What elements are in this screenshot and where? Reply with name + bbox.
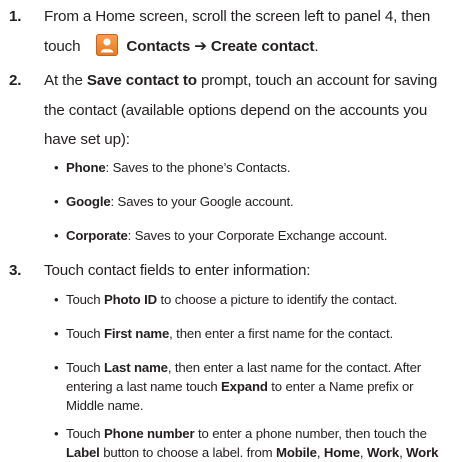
step-3-text: Touch contact fields to enter informatio…: [44, 256, 472, 286]
expand-term: Expand: [221, 379, 268, 394]
save-contact-to-term: Save contact to: [86, 72, 197, 89]
bullet-text: : Saves to your Corporate Exchange accou…: [127, 228, 388, 243]
bullet-line-2: Label button to choose a label. from Mob…: [66, 443, 472, 462]
bullet-line-3: Middle name.: [66, 398, 144, 413]
step-1-line-1: From a Home screen, scroll the screen le…: [44, 8, 431, 25]
step-2-line-1-post: prompt, touch an account for saving: [196, 72, 438, 89]
step-number: 1.: [9, 8, 22, 25]
bullet-pre: Touch: [66, 326, 104, 341]
step-3-line-1: Touch contact fields to enter informatio…: [44, 262, 311, 279]
bullet-line-2-pre: entering a last name touch: [66, 379, 222, 394]
bullet-dot: •: [54, 160, 59, 175]
work-term: Work: [366, 445, 400, 460]
bullet-term: Last name: [103, 360, 168, 375]
bullet-term: First name: [103, 326, 170, 341]
bullet-line-1: Touch Last name, then enter a last name …: [66, 358, 472, 377]
step-2-text: At the Save contact to prompt, touch an …: [44, 66, 472, 155]
step-1-text: From a Home screen, scroll the screen le…: [44, 2, 472, 61]
work-term-2: Work: [406, 445, 439, 460]
bullet-text: , then enter a last name for the contact…: [167, 360, 422, 375]
instruction-page: 1. From a Home screen, scroll the screen…: [0, 0, 473, 460]
mobile-term: Mobile: [275, 445, 317, 460]
bullet-text: to choose a picture to identify the cont…: [156, 292, 398, 307]
step-1-end: .: [314, 37, 319, 55]
step-1-line-2: touch Contacts ➔ Create contact.: [44, 32, 472, 62]
bullet-term: Photo ID: [103, 292, 157, 307]
bullet-dot: •: [54, 360, 59, 375]
bullet-dot: •: [54, 228, 59, 243]
step-number: 2.: [9, 72, 22, 89]
bullet-dot: •: [54, 194, 59, 209]
bullet-line-2-mid: button to choose a label. from: [99, 445, 276, 460]
bullet-text: to enter a phone number, then touch the: [194, 426, 427, 441]
bullet-text: , then enter a first name for the contac…: [169, 326, 394, 341]
step-2-line-1: At the Save contact to prompt, touch an …: [44, 66, 472, 96]
bullet-term: Phone number: [103, 426, 195, 441]
bullet-pre: Touch: [66, 426, 104, 441]
step-2-line-3: have set up):: [44, 131, 130, 148]
bullet-pre: Touch: [66, 292, 104, 307]
contacts-app-icon: [96, 33, 119, 56]
bullet-text: : Saves to the phone’s Contacts.: [105, 160, 291, 175]
separator: ,: [316, 445, 324, 460]
bullet-term: Corporate: [66, 228, 128, 243]
separator: ,: [359, 445, 367, 460]
bullet-dot: •: [54, 292, 59, 307]
label-term: Label: [66, 445, 100, 460]
step-2-line-1-pre: At the: [44, 72, 87, 89]
bullet-term: Phone: [66, 160, 106, 175]
bullet-line-1: Touch Phone number to enter a phone numb…: [66, 424, 472, 443]
bullet-dot: •: [54, 326, 59, 341]
touch-word: touch: [44, 37, 81, 55]
step-2-line-2: the contact (available options depend on…: [44, 101, 428, 119]
menu-path: Contacts ➔ Create contact: [126, 37, 315, 55]
bullet-line-2-post: to enter a Name prefix or: [267, 379, 414, 394]
bullet-text: : Saves to your Google account.: [110, 194, 294, 209]
bullet-term: Google: [66, 194, 111, 209]
bullet-line-2: entering a last name touch Expand to ent…: [66, 377, 472, 396]
step-number: 3.: [9, 262, 22, 279]
home-term: Home: [323, 445, 360, 460]
bullet-pre: Touch: [66, 360, 104, 375]
bullet-dot: •: [54, 426, 59, 441]
